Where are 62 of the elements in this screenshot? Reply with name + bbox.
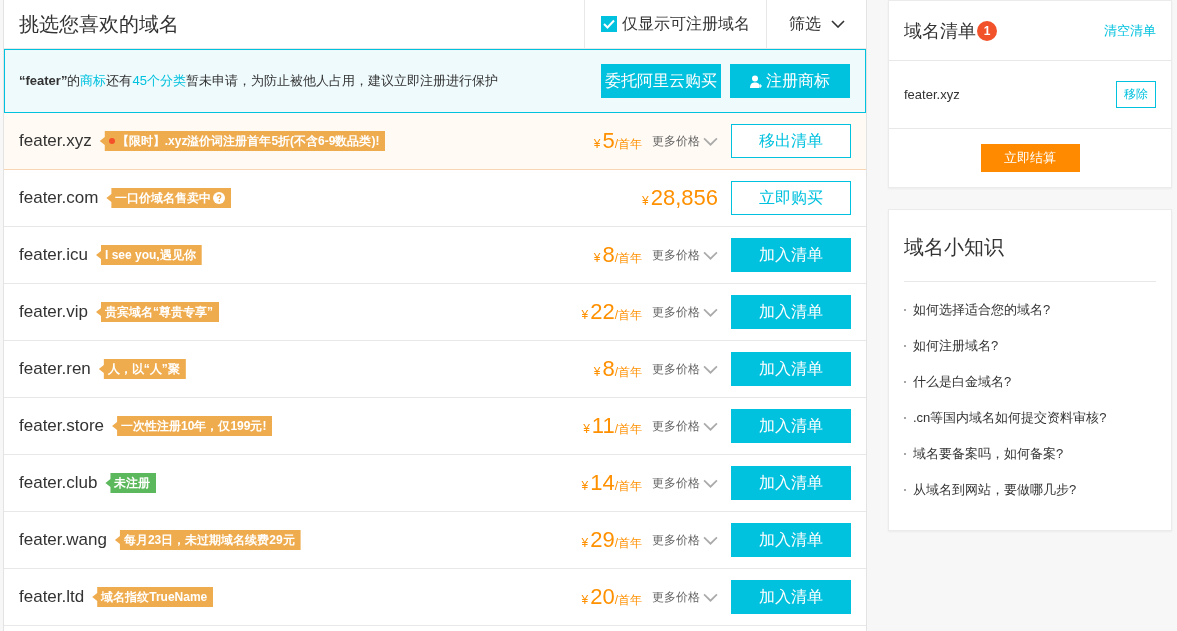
price: ¥20/首年 <box>581 584 642 610</box>
count-badge: 1 <box>977 20 997 41</box>
chevron-down-icon <box>703 421 718 431</box>
page-title: 挑选您喜欢的域名 <box>19 11 179 37</box>
more-prices-toggle[interactable]: 更多价格 <box>652 246 718 264</box>
more-prices-toggle[interactable]: 更多价格 <box>652 474 718 492</box>
checkbox[interactable] <box>601 16 617 32</box>
tip-link[interactable]: .cn等国内域名如何提交资料审核? <box>913 409 1107 427</box>
tag-text: I see you,遇见你 <box>105 246 196 264</box>
trademark-notice: “feater”的商标还有45个分类暂未申请，为防止被他人占用，建议立即注册进行保护 <box>19 72 499 90</box>
domain-name: feater.vip <box>19 302 88 322</box>
checkbox-label[interactable]: 仅显示可注册域名 <box>622 13 750 35</box>
more-prices-toggle[interactable]: 更多价格 <box>652 132 718 150</box>
tag-text: 人，以“人”聚 <box>107 360 180 378</box>
chevron-down-icon <box>703 250 718 260</box>
chevron-down-icon <box>703 307 718 317</box>
tip-link[interactable]: 什么是白金域名? <box>913 373 1012 391</box>
filter-dropdown[interactable]: 筛选 <box>788 13 845 35</box>
price: ¥8/首年 <box>593 356 642 382</box>
tag-text: 域名指纹TrueName <box>101 588 208 606</box>
panel-title: 域名清单 <box>904 19 976 43</box>
chevron-down-icon <box>703 592 718 602</box>
panel-title: 域名小知识 <box>904 235 1004 260</box>
price: ¥22/首年 <box>581 299 642 325</box>
price: ¥5/首年 <box>593 128 642 154</box>
help-icon <box>213 192 226 204</box>
chevron-down-icon <box>703 535 718 545</box>
price: ¥11/首年 <box>583 413 642 439</box>
domain-name: feater.xyz <box>19 131 92 151</box>
chevron-down-icon <box>703 136 718 146</box>
user-icon <box>750 74 762 88</box>
domain-name: feater.ren <box>19 359 91 379</box>
dot-icon <box>108 138 115 144</box>
price: ¥8/首年 <box>593 242 642 268</box>
tag-text: 【限时】.xyz溢价词注册首年5折(不含6-9数品类)! <box>116 132 380 150</box>
tag-text: 一次性注册10年，仅199元! <box>121 417 267 435</box>
domain-name: feater.com <box>19 188 99 208</box>
tag-text: 贵宾域名“尊贵专享” <box>105 303 213 321</box>
more-prices-toggle[interactable]: 更多价格 <box>652 360 718 378</box>
tag-text: 未注册 <box>114 474 151 492</box>
tag-text: 每月23日，未过期域名续费29元 <box>123 531 295 549</box>
price: ¥28,856 <box>642 185 718 211</box>
tip-link[interactable]: 从域名到网站，要做哪几步? <box>913 481 1077 499</box>
domain-name: feater.wang <box>19 530 107 550</box>
cart-domain: feater.xyz <box>904 87 960 102</box>
more-prices-toggle[interactable]: 更多价格 <box>652 588 718 606</box>
more-prices-toggle[interactable]: 更多价格 <box>652 531 718 549</box>
chevron-down-icon <box>830 20 845 28</box>
tip-link[interactable]: 域名要备案吗，如何备案? <box>913 445 1064 463</box>
domain-name: feater.club <box>19 473 98 493</box>
price: ¥29/首年 <box>581 527 642 553</box>
domain-name: feater.icu <box>19 245 88 265</box>
tag-text: 一口价域名售卖中 <box>115 189 212 207</box>
more-prices-toggle[interactable]: 更多价格 <box>652 303 718 321</box>
domain-name: feater.ltd <box>19 587 85 607</box>
domain-name: feater.store <box>19 416 105 436</box>
chevron-down-icon <box>703 364 718 374</box>
more-prices-toggle[interactable]: 更多价格 <box>652 417 718 435</box>
price: ¥14/首年 <box>581 470 642 496</box>
tip-link[interactable]: 如何选择适合您的域名? <box>913 301 1051 319</box>
chevron-down-icon <box>703 478 718 488</box>
tip-link[interactable]: 如何注册域名? <box>913 337 999 355</box>
